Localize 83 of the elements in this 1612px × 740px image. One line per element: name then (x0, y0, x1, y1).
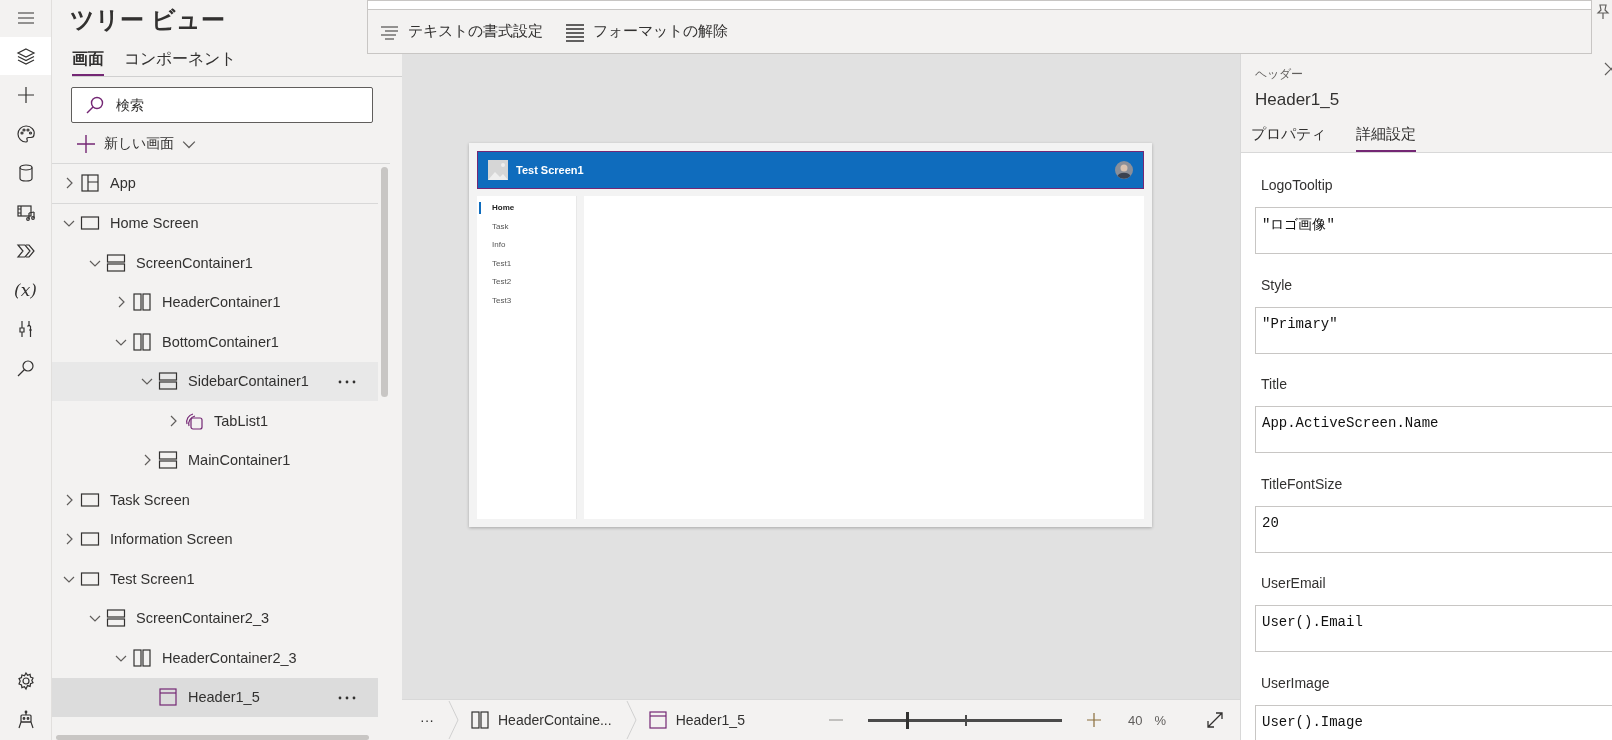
header-icon (647, 710, 668, 730)
zoom-value: 40 (1127, 712, 1143, 728)
expand-icon[interactable] (1206, 711, 1224, 729)
breadcrumb[interactable]: HeaderContaine... (470, 701, 612, 739)
nav-item[interactable]: Task (479, 217, 509, 236)
nav-item[interactable]: Test3 (479, 291, 512, 310)
property-label: TitleFontSize (1261, 475, 1344, 494)
tree-item[interactable]: BottomContainer1 (52, 322, 378, 362)
property-label: UserImage (1261, 674, 1331, 693)
formula-field[interactable]: 20 (1255, 505, 1612, 553)
stack-icon (158, 371, 178, 392)
tree-item[interactable]: HeaderContainer2_3 (52, 638, 378, 678)
more-icon[interactable] (338, 379, 356, 384)
tree-item[interactable]: Header1_5 (52, 677, 378, 717)
avatar (1115, 161, 1133, 179)
app-title: Test Screen1 (516, 164, 584, 176)
slider-thumb[interactable] (905, 711, 909, 729)
scrollbar[interactable] (56, 735, 369, 740)
tree-item[interactable]: Home Screen (52, 203, 378, 243)
tree-item[interactable]: ScreenContainer2_3 (52, 598, 378, 638)
image-icon (488, 160, 508, 180)
app-icon (80, 173, 100, 194)
formula-field[interactable]: App.ActiveScreen.Name (1255, 406, 1612, 453)
header-icon (158, 687, 178, 708)
palette-icon (15, 124, 36, 144)
tree-item[interactable]: Task Screen (52, 480, 378, 520)
control-name: Header1_5 (1255, 90, 1340, 110)
new-screen-button[interactable]: 新しい画面 (76, 133, 196, 155)
tree-item[interactable]: MainContainer1 (52, 440, 378, 480)
zoom-slider[interactable] (867, 711, 1062, 729)
property-label: LogoTooltip (1261, 177, 1334, 195)
columns-icon (132, 292, 152, 313)
toolbar-button[interactable]: テキストの書式設定 (380, 21, 543, 42)
breadcrumb[interactable]: Header1_5 (647, 701, 745, 739)
nav-item[interactable]: Test1 (479, 254, 512, 273)
plus-icon (15, 85, 36, 105)
tree-item[interactable]: Information Screen (52, 519, 378, 559)
rail-button[interactable]: (x) (0, 271, 51, 309)
columns-icon (132, 647, 152, 668)
settings-icon (15, 671, 36, 691)
tree-item[interactable]: ScreenContainer1 (52, 243, 378, 283)
formula-field[interactable]: "Primary" (1255, 306, 1612, 354)
columns-icon (470, 710, 490, 730)
lines-icon (565, 21, 585, 42)
search-icon (15, 358, 36, 378)
columns-icon (132, 331, 152, 352)
nav-item[interactable]: Info (479, 236, 506, 255)
panel-title: ツリー ビュー (70, 5, 225, 35)
control-type: ヘッダー (1255, 66, 1303, 82)
tree-item[interactable]: App (52, 164, 378, 204)
nav-item[interactable]: Home (479, 202, 515, 214)
tree-item[interactable]: TabList1 (52, 401, 378, 441)
scrollbar[interactable] (381, 167, 388, 397)
formula-field[interactable]: "ロゴ画像" (1255, 207, 1612, 254)
stack-icon (106, 252, 126, 273)
layers-icon (15, 46, 36, 66)
zoom-unit: % (1154, 712, 1166, 728)
tab[interactable]: コンポーネント (124, 48, 236, 76)
stack-icon (106, 608, 126, 629)
more-icon[interactable] (338, 695, 356, 700)
plus-icon (76, 134, 96, 154)
property-label: Title (1261, 376, 1288, 394)
tree-item[interactable]: Test Screen1 (52, 559, 378, 599)
pin-icon[interactable] (1596, 4, 1610, 20)
tab[interactable]: プロパティ (1251, 122, 1326, 152)
formula-field[interactable]: User().Image (1255, 704, 1612, 740)
bot-icon (15, 710, 36, 730)
property-label: Style (1261, 276, 1294, 295)
property-label: UserEmail (1261, 575, 1327, 593)
nav-item[interactable]: Test2 (479, 273, 512, 292)
toolbar-button[interactable]: フォーマットの解除 (565, 21, 728, 42)
formula-field[interactable]: User().Email (1255, 605, 1612, 652)
stack-icon (158, 450, 178, 471)
variables-icon: (x) (14, 280, 37, 300)
media-icon (15, 202, 36, 222)
tree-item[interactable]: SidebarContainer1 (52, 361, 378, 401)
search-icon (85, 95, 105, 115)
flow-icon (15, 241, 36, 261)
tab[interactable]: 画面 (72, 48, 104, 76)
search-field[interactable]: 検索 (71, 87, 373, 123)
more-button[interactable]: ··· (420, 701, 434, 739)
tree-item[interactable]: HeaderContainer1 (52, 282, 378, 322)
rail-button[interactable] (0, 37, 51, 75)
